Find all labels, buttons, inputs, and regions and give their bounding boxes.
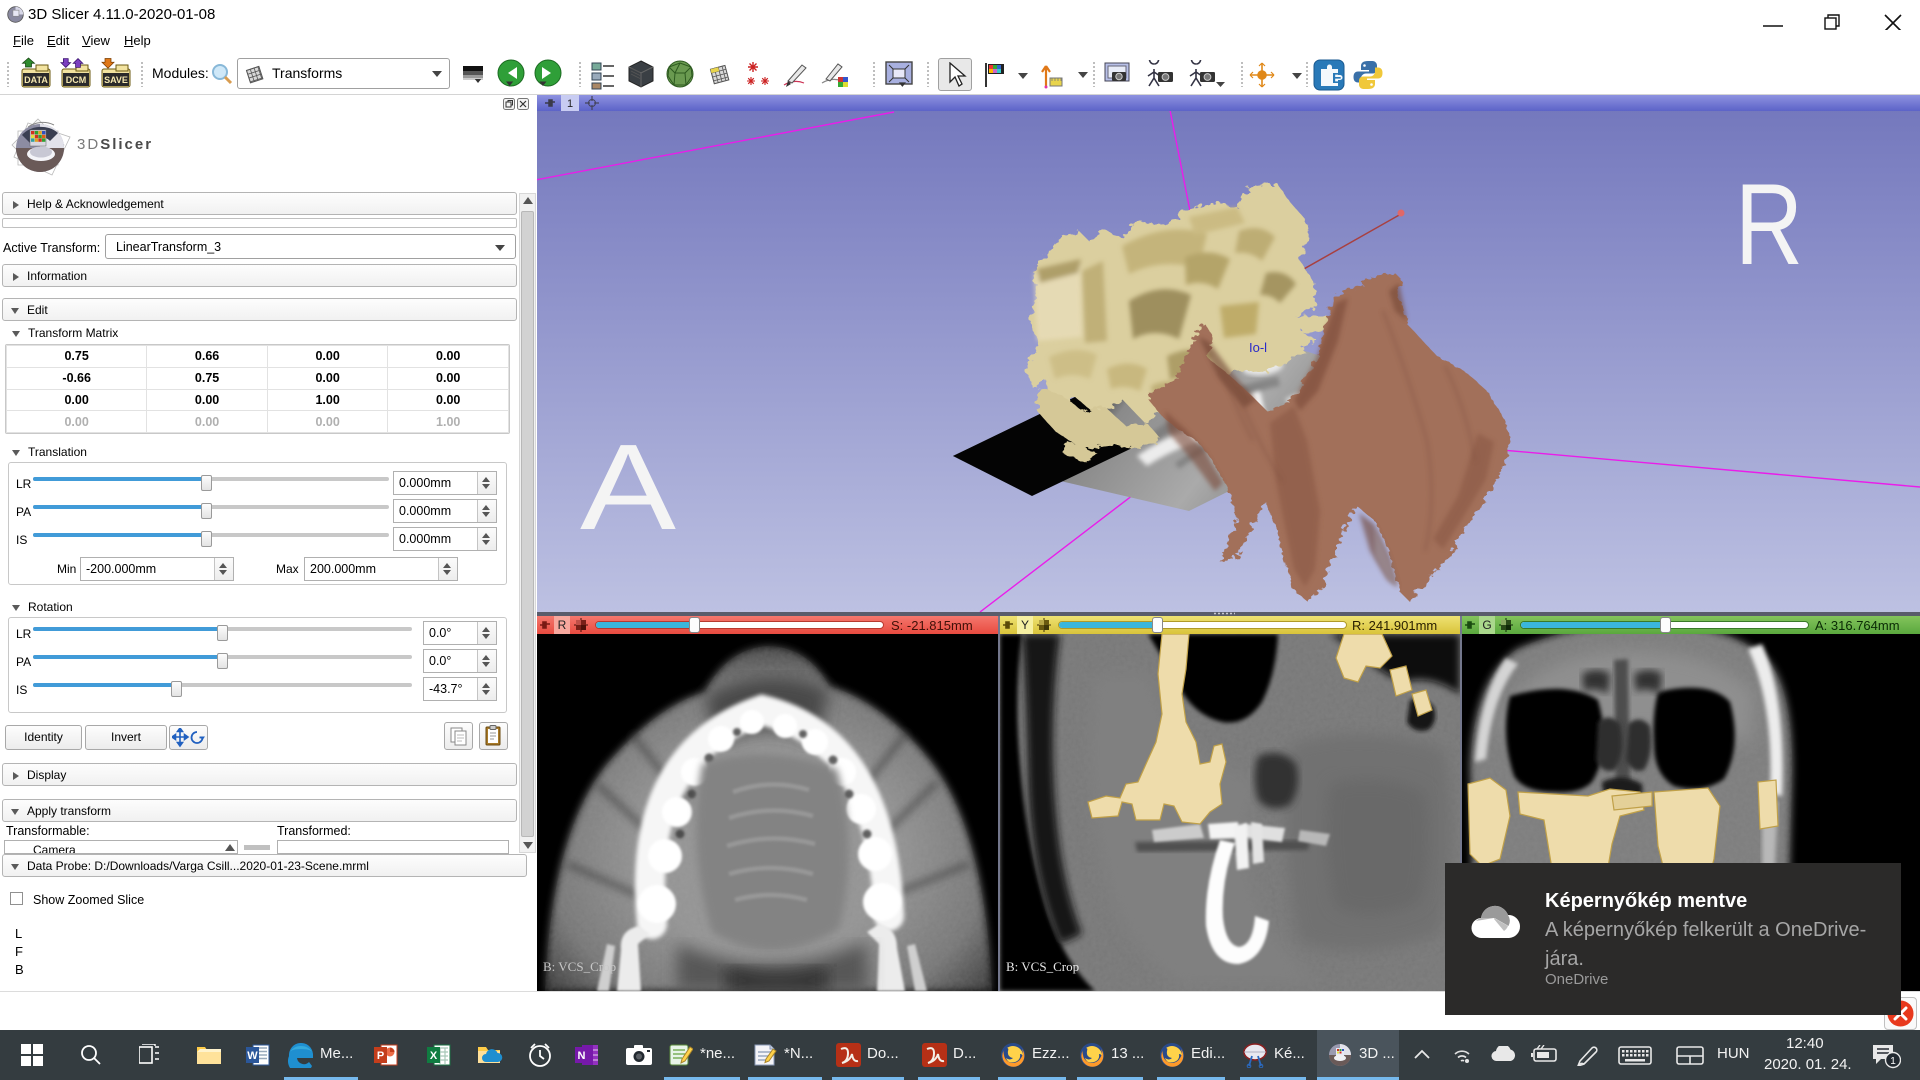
svg-text:Io-l: Io-l bbox=[1249, 340, 1267, 355]
svg-text:N: N bbox=[578, 1050, 586, 1062]
svg-text:B: VCS_Crop: B: VCS_Crop bbox=[543, 959, 616, 974]
svg-text:1: 1 bbox=[1890, 1056, 1896, 1067]
svg-text:X: X bbox=[430, 1050, 438, 1062]
svg-text:1: 1 bbox=[567, 98, 573, 110]
svg-text:R: R bbox=[1735, 161, 1803, 289]
svg-text:B: VCS_Crop: B: VCS_Crop bbox=[1006, 959, 1079, 974]
svg-text:A: A bbox=[580, 419, 677, 555]
svg-text:DCM: DCM bbox=[66, 75, 87, 85]
svg-text:DATA: DATA bbox=[24, 75, 48, 85]
svg-text:SAVE: SAVE bbox=[104, 75, 128, 85]
svg-text:W: W bbox=[247, 1050, 258, 1062]
svg-text:P: P bbox=[377, 1050, 384, 1062]
svg-text:E: E bbox=[1332, 70, 1342, 87]
